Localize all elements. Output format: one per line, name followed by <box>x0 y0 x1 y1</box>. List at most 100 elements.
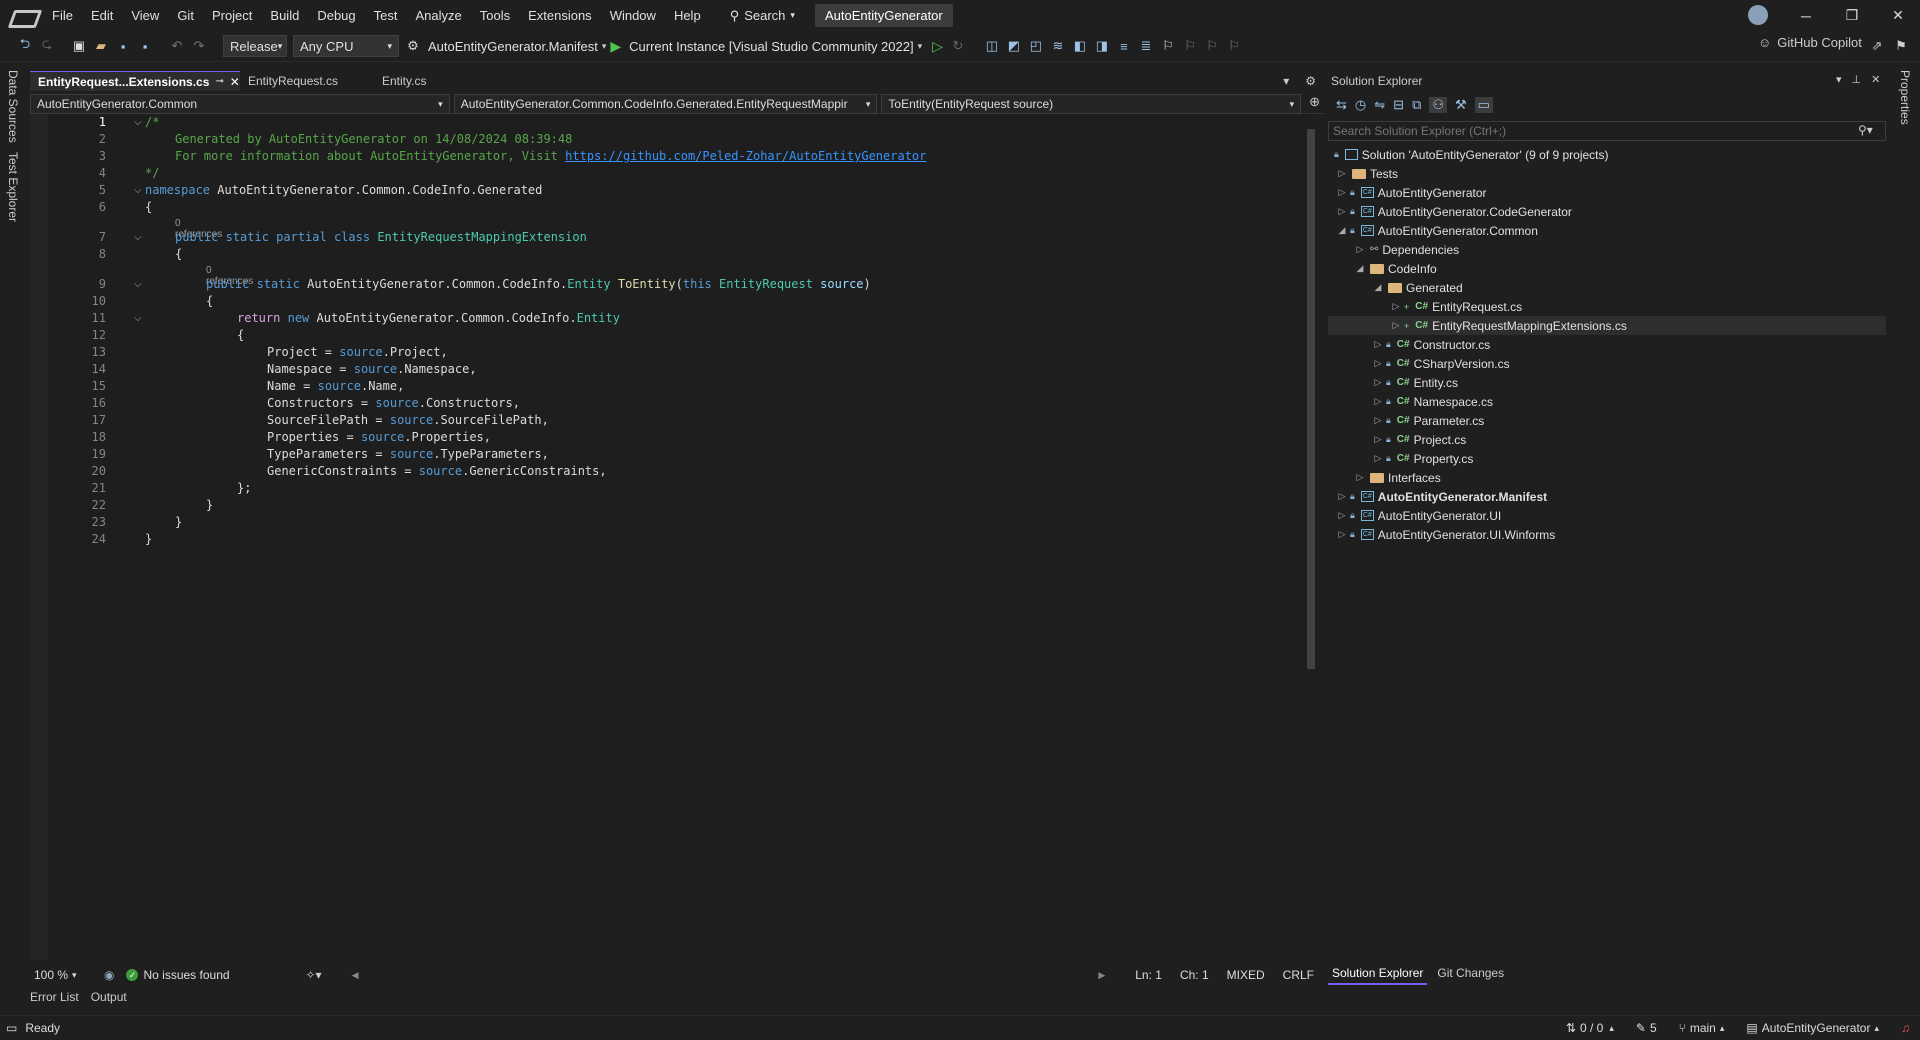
run-target-button[interactable]: Current Instance [Visual Studio Communit… <box>625 39 917 54</box>
chevron-up-icon[interactable]: ▴ <box>1609 1023 1614 1034</box>
tree-item[interactable]: ▷ 🔒︎ C# Entity.cs <box>1328 373 1886 392</box>
expand-icon[interactable]: ▷ <box>1372 358 1384 369</box>
tab-output[interactable]: Output <box>91 990 127 1008</box>
chevron-up-icon[interactable]: ▴ <box>1874 1023 1879 1034</box>
toolbar-tool-icon[interactable]: ◫ <box>981 35 1003 57</box>
tree-item[interactable]: ▷ + C# EntityRequest.cs <box>1328 297 1886 316</box>
intellicode-icon[interactable]: ◉ <box>104 968 114 982</box>
bookmark-next-icon[interactable]: ⚐ <box>1201 35 1223 57</box>
avatar[interactable] <box>1748 5 1768 25</box>
copilot-button[interactable]: ☺ GitHub Copilot <box>1758 35 1862 50</box>
issues-status[interactable]: No issues found <box>143 968 293 982</box>
chevron-up-icon[interactable]: ▴ <box>1720 1023 1725 1034</box>
gear-icon[interactable]: ⚙ <box>1297 71 1324 91</box>
startup-project-select[interactable]: AutoEntityGenerator.Manifest <box>424 39 602 54</box>
expand-icon[interactable]: ▷ <box>1336 529 1348 540</box>
line-indicator[interactable]: Ln: 1 <box>1135 968 1162 982</box>
repo-link[interactable]: https://github.com/Peled-Zohar/AutoEntit… <box>565 149 926 163</box>
fold-icon[interactable]: ⌵ <box>134 313 142 324</box>
menu-extensions[interactable]: Extensions <box>519 0 601 31</box>
tab-entity[interactable]: Entity.cs <box>374 71 464 91</box>
code-cleanup-icon[interactable]: ✧▾ <box>305 968 321 982</box>
branch-status[interactable]: main <box>1690 1021 1716 1035</box>
history-icon[interactable]: ◷ <box>1355 97 1366 113</box>
scroll-left-icon[interactable]: ◀ <box>352 970 359 981</box>
bookmark-icon[interactable]: ⚐ <box>1157 35 1179 57</box>
whitespace-indicator[interactable]: MIXED <box>1227 968 1265 982</box>
run-without-debug-icon[interactable]: ▷ <box>932 38 943 55</box>
tree-item[interactable]: ▷ 🔒︎ C# Constructor.cs <box>1328 335 1886 354</box>
tab-entityrequest[interactable]: EntityRequest.cs <box>240 71 374 91</box>
column-indicator[interactable]: Ch: 1 <box>1180 968 1209 982</box>
fold-icon[interactable]: ⌵ <box>134 232 142 243</box>
expand-icon[interactable]: ▷ <box>1336 206 1348 217</box>
redo-icon[interactable]: ↷ <box>188 35 210 57</box>
test-explorer-tab[interactable]: Test Explorer <box>6 152 20 222</box>
commits-status[interactable]: 0 / 0 <box>1580 1021 1603 1035</box>
tree-item[interactable]: ▷ 🔒︎ C# AutoEntityGenerator <box>1328 183 1886 202</box>
vertical-scrollbar[interactable] <box>1304 115 1318 960</box>
tree-item[interactable]: ◢ Generated <box>1328 278 1886 297</box>
expand-icon[interactable]: ▷ <box>1372 453 1384 464</box>
new-project-icon[interactable]: ▣ <box>68 35 90 57</box>
collapse-icon[interactable]: ◢ <box>1354 263 1366 274</box>
menu-view[interactable]: View <box>122 0 168 31</box>
configuration-select[interactable]: Release ▾ <box>223 35 287 57</box>
expand-icon[interactable]: ▷ <box>1372 434 1384 445</box>
tree-item[interactable]: ▷ 🔒︎ C# Project.cs <box>1328 430 1886 449</box>
chevron-down-icon[interactable]: ▾ <box>1836 73 1842 86</box>
zoom-select[interactable]: 100 % ▾ <box>30 968 90 982</box>
run-icon[interactable]: ▶ <box>610 38 621 55</box>
menu-edit[interactable]: Edit <box>82 0 122 31</box>
expand-icon[interactable]: ▷ <box>1390 301 1402 312</box>
notification-icon[interactable]: ▭ <box>6 1021 17 1035</box>
menu-project[interactable]: Project <box>203 0 261 31</box>
expand-icon[interactable]: ▷ <box>1336 510 1348 521</box>
back-icon[interactable]: ⮌ <box>14 35 36 57</box>
member-nav-select[interactable]: ToEntity(EntityRequest source) ▾ <box>881 94 1302 114</box>
expand-icon[interactable]: ▷ <box>1354 472 1366 483</box>
tree-item[interactable]: ▷ 🔒︎ C# AutoEntityGenerator.Manifest <box>1328 487 1886 506</box>
platform-select[interactable]: Any CPU ▾ <box>293 35 399 57</box>
menu-file[interactable]: File <box>43 0 82 31</box>
menu-analyze[interactable]: Analyze <box>406 0 470 31</box>
toolbar-tool-icon[interactable]: ◩ <box>1003 35 1025 57</box>
expand-icon[interactable]: ▷ <box>1336 491 1348 502</box>
tree-solution-root[interactable]: 🔒︎ Solution 'AutoEntityGenerator' (9 of … <box>1328 145 1886 164</box>
properties-tab[interactable]: Properties <box>1898 70 1912 125</box>
toolbar-tool-icon[interactable]: ≋ <box>1047 35 1069 57</box>
forward-icon[interactable]: ⮎ <box>36 35 58 57</box>
tree-item[interactable]: ▷ 🔒︎ C# CSharpVersion.cs <box>1328 354 1886 373</box>
expand-icon[interactable]: ▷ <box>1372 377 1384 388</box>
type-nav-select[interactable]: AutoEntityGenerator.Common.CodeInfo.Gene… <box>453 94 878 114</box>
menu-tools[interactable]: Tools <box>471 0 519 31</box>
menu-test[interactable]: Test <box>365 0 407 31</box>
expand-icon[interactable]: ▷ <box>1354 244 1366 255</box>
tree-item[interactable]: ▷ 🔒︎ C# Namespace.cs <box>1328 392 1886 411</box>
properties-icon[interactable]: ⚒ <box>1455 97 1467 113</box>
solution-title-badge[interactable]: AutoEntityGenerator <box>814 4 953 27</box>
collapse-icon[interactable]: ◢ <box>1372 282 1384 293</box>
data-sources-tab[interactable]: Data Sources <box>6 70 20 143</box>
bookmark-prev-icon[interactable]: ⚐ <box>1179 35 1201 57</box>
bookmark-clear-icon[interactable]: ⚐ <box>1223 35 1245 57</box>
hot-reload-icon[interactable]: ↻ <box>947 35 969 57</box>
toolbar-tool-icon[interactable]: ◧ <box>1069 35 1091 57</box>
fold-icon[interactable]: ⌵ <box>134 279 142 290</box>
menu-help[interactable]: Help <box>665 0 710 31</box>
fold-icon[interactable]: ⌵ <box>134 185 142 196</box>
back-forward-icon[interactable]: ⇋ <box>1374 97 1385 113</box>
undo-icon[interactable]: ↶ <box>166 35 188 57</box>
tree-item[interactable]: ▷ 🔒︎ C# AutoEntityGenerator.UI <box>1328 506 1886 525</box>
open-folder-icon[interactable]: ▰ <box>90 35 112 57</box>
menu-git[interactable]: Git <box>168 0 203 31</box>
minimize-icon[interactable]: ─ <box>1783 0 1829 31</box>
share-icon[interactable]: ⇗ <box>1866 35 1888 57</box>
expand-icon[interactable]: ▷ <box>1372 415 1384 426</box>
split-icon[interactable]: ⊕ <box>1305 94 1324 113</box>
fold-icon[interactable]: ⌵ <box>134 117 142 128</box>
tab-solution-explorer[interactable]: Solution Explorer <box>1328 965 1428 985</box>
menu-window[interactable]: Window <box>601 0 665 31</box>
sync-icon[interactable]: ⇆ <box>1336 97 1347 113</box>
restore-icon[interactable]: ❐ <box>1829 0 1875 31</box>
